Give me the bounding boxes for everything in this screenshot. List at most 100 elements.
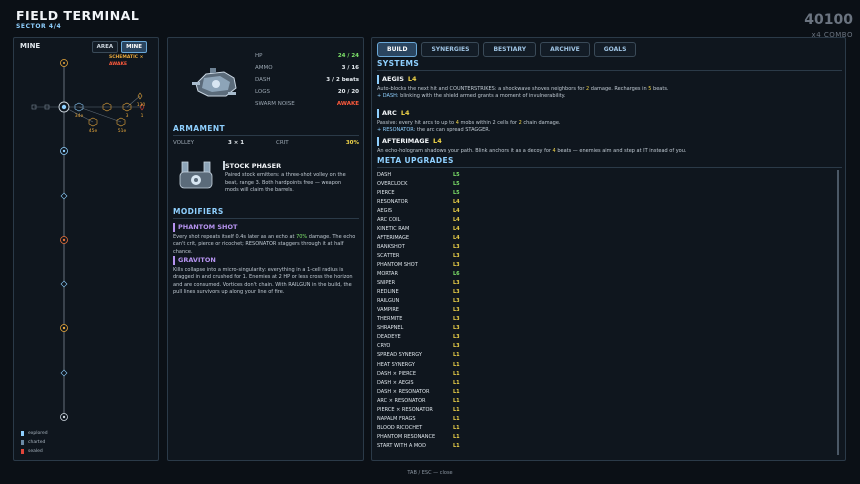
weapon-name: STOCK PHASER — [225, 162, 282, 170]
list-item[interactable]: CRYO L3 — [377, 342, 837, 351]
list-item[interactable]: DASH L5 — [377, 170, 837, 179]
divider — [377, 70, 842, 71]
list-item[interactable]: OVERCLOCK L5 — [377, 179, 837, 188]
tab-archive[interactable]: ARCHIVE — [540, 42, 590, 57]
list-item[interactable]: THERMITE L3 — [377, 315, 837, 324]
tab-bestiary[interactable]: BESTIARY — [483, 42, 537, 57]
page-title: FIELD TERMINAL — [16, 8, 140, 23]
map-node[interactable] — [60, 369, 68, 377]
list-item[interactable]: MORTAR L6 — [377, 270, 837, 279]
legend-explored: explored — [21, 429, 48, 438]
meta-heading: META UPGRADES — [377, 156, 454, 165]
meta-upgrade-level: L1 — [453, 442, 460, 449]
map-node[interactable] — [60, 236, 68, 244]
list-item[interactable]: KINETIC RAM L4 — [377, 224, 837, 233]
list-item[interactable]: BANKSHOT L3 — [377, 242, 837, 251]
meta-upgrade-name: DASH — [377, 171, 392, 178]
meta-upgrade-name: ARC × RESONATOR — [377, 397, 426, 404]
stat-hp: HP 24 / 24 — [255, 53, 359, 59]
list-item[interactable]: SHRAPNEL L3 — [377, 324, 837, 333]
ship-icon — [192, 68, 237, 97]
list-item[interactable]: PHANTOM SHOT L3 — [377, 260, 837, 269]
meta-upgrade-level: L1 — [453, 361, 460, 368]
tab-goals[interactable]: GOALS — [593, 42, 637, 57]
node-label: 130 — [137, 102, 146, 108]
list-item[interactable]: PIERCE × RESONATOR L1 — [377, 405, 837, 414]
list-item[interactable]: ARC COIL L4 — [377, 215, 837, 224]
meta-upgrade-name: SCATTER — [377, 252, 400, 259]
meta-upgrade-list[interactable]: DASH L5 OVERCLOCK L5 PIERCE L5 RESONATOR L4 AEGI… — [377, 170, 837, 450]
meta-upgrade-name: RESONATOR — [377, 198, 408, 205]
meta-upgrade-name: ARC COIL — [377, 216, 401, 223]
system-arc[interactable]: ARC L4 Passive: every hit arcs to up to 4… — [377, 109, 837, 135]
meta-upgrade-level: L1 — [453, 397, 460, 404]
meta-upgrade-level: L3 — [453, 280, 460, 287]
map-node[interactable] — [60, 280, 68, 288]
close-hint: TAB / ESC — close — [407, 470, 453, 476]
meta-upgrade-level: L1 — [453, 424, 460, 431]
sector-label: SECTOR 4/4 — [16, 23, 62, 30]
meta-upgrade-level: L4 — [453, 198, 460, 205]
meta-upgrade-level: L4 — [453, 234, 460, 241]
list-item[interactable]: DASH × PIERCE L1 — [377, 369, 837, 378]
map-node[interactable] — [60, 147, 68, 155]
list-item[interactable]: DEADEYE L3 — [377, 333, 837, 342]
tab-build[interactable]: BUILD — [377, 42, 418, 57]
map-node-current[interactable] — [58, 101, 70, 113]
list-item[interactable]: REDLINE L3 — [377, 288, 837, 297]
list-item[interactable]: DASH × RESONATOR L1 — [377, 387, 837, 396]
system-afterimage[interactable]: AFTERIMAGE L4 An echo-hologram shadows yo… — [377, 137, 837, 155]
meta-scrollbar[interactable] — [837, 170, 839, 455]
meta-upgrade-level: L1 — [453, 352, 460, 359]
list-item[interactable]: DASH × AEGIS L1 — [377, 378, 837, 387]
list-item[interactable]: RESONATOR L4 — [377, 197, 837, 206]
divider — [377, 167, 842, 168]
mine-map[interactable]: 34e 45e 51e 130 3 1 — [14, 38, 160, 428]
meta-upgrade-level: L1 — [453, 370, 460, 377]
meta-upgrade-level: L4 — [453, 225, 460, 232]
list-item[interactable]: AFTERIMAGE L4 — [377, 233, 837, 242]
meta-upgrade-name: AEGIS — [377, 207, 393, 214]
ship-panel: HP 24 / 24 AMMO 3 / 16 DASH 3 / 2 beats LOG… — [167, 37, 364, 461]
meta-upgrade-name: PHANTOM RESONANCE — [377, 433, 436, 440]
meta-upgrade-name: SPREAD SYNERGY — [377, 352, 422, 359]
meta-upgrade-name: CRYO — [377, 343, 391, 350]
map-node-top[interactable] — [60, 59, 68, 67]
build-tabs: BUILD SYNERGIES BESTIARY ARCHIVE GOALS — [377, 42, 637, 57]
map-node[interactable] — [60, 324, 68, 332]
meta-upgrade-name: MORTAR — [377, 271, 398, 278]
meta-upgrade-name: RAILGUN — [377, 298, 400, 305]
map-node-bottom[interactable] — [60, 413, 68, 421]
meta-upgrade-level: L3 — [453, 261, 460, 268]
list-item[interactable]: HEAT SYNERGY L1 — [377, 360, 837, 369]
map-node[interactable] — [60, 192, 68, 200]
meta-upgrade-level: L6 — [453, 271, 460, 278]
list-item[interactable]: SNIPER L3 — [377, 279, 837, 288]
mod-phantom-shot[interactable]: PHANTOM SHOT Every shot repeats itself 0… — [173, 223, 359, 256]
list-item[interactable]: BLOOD RICOCHET L1 — [377, 423, 837, 432]
mod-graviton[interactable]: GRAVITON Kills collapse into a micro-sin… — [173, 256, 359, 296]
list-item[interactable]: RAILGUN L3 — [377, 297, 837, 306]
meta-upgrade-level: L5 — [453, 171, 460, 178]
list-item[interactable]: ARC × RESONATOR L1 — [377, 396, 837, 405]
list-item[interactable]: PIERCE L5 — [377, 188, 837, 197]
list-item[interactable]: PHANTOM RESONANCE L1 — [377, 432, 837, 441]
meta-upgrade-name: DASH × AEGIS — [377, 379, 414, 386]
list-item[interactable]: VAMPIRE L3 — [377, 306, 837, 315]
meta-upgrade-level: L4 — [453, 207, 460, 214]
meta-upgrade-name: PHANTOM SHOT — [377, 261, 418, 268]
meta-upgrade-level: L3 — [453, 298, 460, 305]
ship-stats: HP 24 / 24 AMMO 3 / 16 DASH 3 / 2 beats LOG… — [255, 53, 359, 113]
meta-upgrade-name: SHRAPNEL — [377, 325, 404, 332]
meta-upgrade-level: L3 — [453, 243, 460, 250]
list-item[interactable]: SCATTER L3 — [377, 251, 837, 260]
system-aegis[interactable]: AEGIS L4 Auto-blocks the next hit and COU… — [377, 75, 837, 101]
list-item[interactable]: NAPALM FRAGS L1 — [377, 414, 837, 423]
list-item[interactable]: SPREAD SYNERGY L1 — [377, 351, 837, 360]
tab-synergies[interactable]: SYNERGIES — [421, 42, 480, 57]
meta-upgrade-name: OVERCLOCK — [377, 180, 408, 187]
weapon-desc: Paired stock emitters: a three-shot voll… — [225, 172, 346, 193]
list-item[interactable]: AEGIS L4 — [377, 206, 837, 215]
build-panel: BUILD SYNERGIES BESTIARY ARCHIVE GOALS S… — [371, 37, 846, 461]
list-item[interactable]: START WITH A MOD L1 — [377, 441, 837, 450]
